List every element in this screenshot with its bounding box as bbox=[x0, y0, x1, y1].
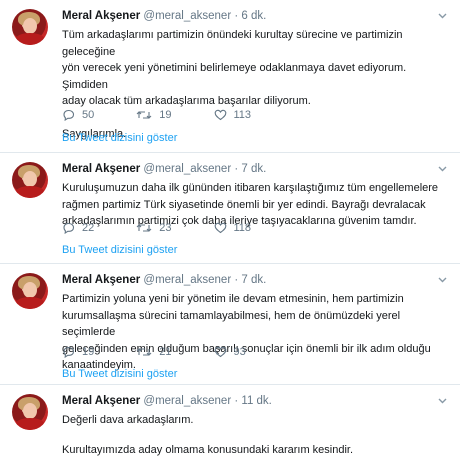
timestamp[interactable]: 7 dk. bbox=[241, 274, 266, 286]
like-button[interactable]: 113 bbox=[214, 109, 252, 121]
like-count: 113 bbox=[233, 109, 252, 121]
tweet-header: Meral Akşener @meral_aksener · 7 dk. bbox=[62, 274, 266, 286]
show-thread-link[interactable]: Bu Tweet dizisini göster bbox=[62, 132, 177, 144]
heart-icon bbox=[214, 109, 226, 121]
separator: · bbox=[234, 10, 239, 22]
tweet-text-line: rağmen partimiz Türk siyasetinde önemli … bbox=[62, 198, 426, 211]
reply-icon bbox=[63, 109, 75, 121]
avatar[interactable] bbox=[12, 162, 48, 198]
reply-button[interactable]: 19 bbox=[62, 346, 94, 358]
like-button[interactable]: 93 bbox=[214, 346, 246, 358]
tweet-text: Partimizin yoluna yeni bir yönetim ile d… bbox=[62, 291, 442, 374]
tweet-text-line: Değerli dava arkadaşlarım. bbox=[62, 414, 194, 426]
tweet-text-line: Kurultayımızda aday olmama konusundaki k… bbox=[62, 443, 354, 456]
show-thread-link[interactable]: Bu Tweet dizisini göster bbox=[62, 368, 177, 380]
separator: · bbox=[234, 395, 239, 407]
tweet[interactable]: Meral Akşener @meral_aksener · 7 dk. Kur… bbox=[0, 153, 460, 264]
separator: · bbox=[234, 163, 239, 175]
avatar[interactable] bbox=[12, 394, 48, 430]
reply-button[interactable]: 50 bbox=[62, 109, 94, 121]
heart-icon bbox=[214, 222, 226, 234]
heart-icon bbox=[214, 346, 226, 358]
tweet-header: Meral Akşener @meral_aksener · 7 dk. bbox=[62, 163, 266, 175]
tweet-feed: Meral Akşener @meral_aksener · 6 dk. Tüm… bbox=[0, 0, 460, 464]
retweet-count: 19 bbox=[159, 109, 172, 121]
display-name[interactable]: Meral Akşener bbox=[62, 395, 140, 407]
retweet-count: 23 bbox=[159, 222, 172, 234]
user-handle[interactable]: @meral_aksener bbox=[143, 10, 231, 22]
chevron-down-icon[interactable] bbox=[438, 164, 447, 172]
like-count: 118 bbox=[233, 222, 252, 234]
show-thread-link[interactable]: Bu Tweet dizisini göster bbox=[62, 244, 177, 256]
tweet-text-line: Tüm arkadaşlarımı partimizin önündeki ku… bbox=[62, 29, 403, 58]
user-handle[interactable]: @meral_aksener bbox=[143, 274, 231, 286]
retweet-icon bbox=[136, 224, 152, 232]
reply-count: 50 bbox=[82, 109, 95, 121]
tweet-text-line: Partimizin yoluna yeni bir yönetim ile d… bbox=[62, 293, 404, 305]
reply-button[interactable]: 22 bbox=[62, 222, 94, 234]
tweet-text-line: Kuruluşumuzun daha ilk gününden itibaren… bbox=[62, 182, 439, 194]
tweet[interactable]: Meral Akşener @meral_aksener · 7 dk. Par… bbox=[0, 264, 460, 385]
retweet-button[interactable]: 23 bbox=[136, 222, 172, 234]
chevron-down-icon[interactable] bbox=[438, 11, 447, 19]
user-handle[interactable]: @meral_aksener bbox=[143, 163, 231, 175]
like-count: 93 bbox=[233, 346, 246, 358]
retweet-button[interactable]: 19 bbox=[136, 109, 172, 121]
chevron-down-icon[interactable] bbox=[438, 396, 447, 404]
tweet-header: Meral Akşener @meral_aksener · 11 dk. bbox=[62, 395, 272, 407]
tweet-text-line: aday olacak tüm arkadaşlarıma başarılar … bbox=[62, 95, 311, 107]
tweet-actions: 50 19 113 bbox=[62, 109, 293, 121]
reply-count: 19 bbox=[82, 346, 95, 358]
avatar[interactable] bbox=[12, 9, 48, 45]
avatar[interactable] bbox=[12, 273, 48, 309]
display-name[interactable]: Meral Akşener bbox=[62, 10, 140, 22]
retweet-icon bbox=[136, 111, 152, 119]
timestamp[interactable]: 6 dk. bbox=[241, 10, 266, 22]
tweet-actions: 22 23 118 bbox=[62, 222, 293, 234]
timestamp[interactable]: 7 dk. bbox=[241, 163, 266, 175]
reply-icon bbox=[63, 346, 75, 358]
user-handle[interactable]: @meral_aksener bbox=[143, 395, 231, 407]
chevron-down-icon[interactable] bbox=[438, 275, 447, 283]
tweet[interactable]: Meral Akşener @meral_aksener · 11 dk. De… bbox=[0, 385, 460, 464]
tweet[interactable]: Meral Akşener @meral_aksener · 6 dk. Tüm… bbox=[0, 0, 460, 153]
tweet-actions: 19 21 93 bbox=[62, 346, 288, 358]
separator: · bbox=[234, 274, 239, 286]
retweet-count: 21 bbox=[159, 346, 172, 358]
timestamp[interactable]: 11 dk. bbox=[241, 395, 271, 407]
reply-icon bbox=[63, 222, 75, 234]
display-name[interactable]: Meral Akşener bbox=[62, 163, 140, 175]
display-name[interactable]: Meral Akşener bbox=[62, 274, 140, 286]
tweet-header: Meral Akşener @meral_aksener · 6 dk. bbox=[62, 10, 266, 22]
reply-count: 22 bbox=[82, 222, 95, 234]
tweet-text: Değerli dava arkadaşlarım. Kurultayımızd… bbox=[62, 412, 442, 458]
retweet-icon bbox=[136, 348, 152, 356]
tweet-text-line: yön verecek yeni yönetimini belirlemeye … bbox=[62, 62, 407, 91]
tweet-text: Tüm arkadaşlarımı partimizin önündeki ku… bbox=[62, 27, 442, 142]
tweet-text-line: kurumsallaşma sürecini tamamlayabilmesi,… bbox=[62, 309, 401, 339]
retweet-button[interactable]: 21 bbox=[136, 346, 172, 358]
like-button[interactable]: 118 bbox=[214, 222, 252, 234]
